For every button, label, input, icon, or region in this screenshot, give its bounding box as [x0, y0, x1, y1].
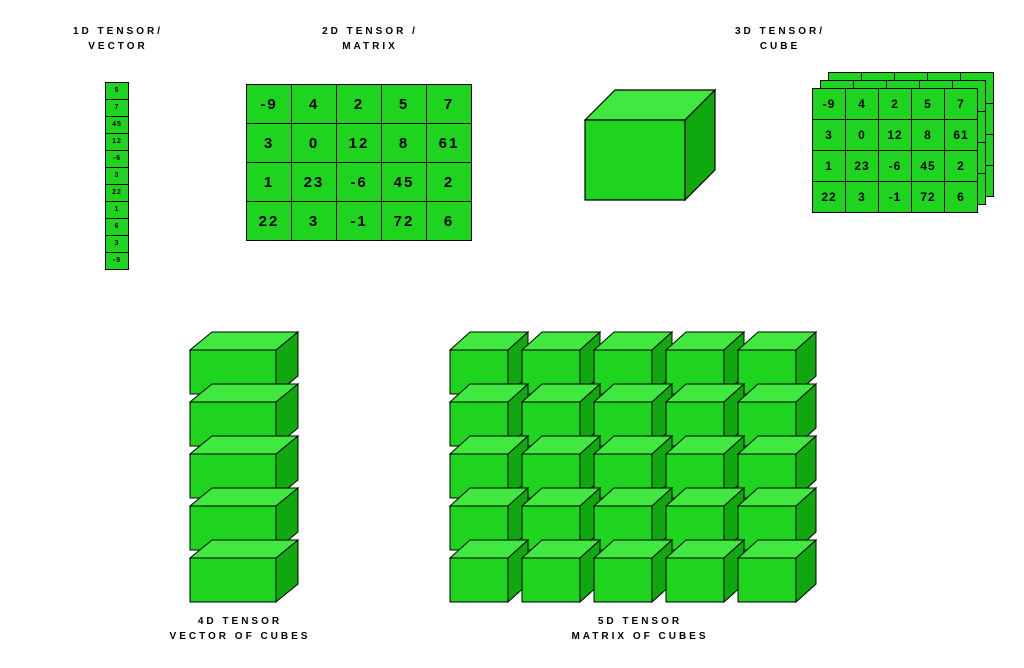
title-5d: 5D TENSORMATRIX OF CUBES	[530, 614, 750, 644]
vector-cell: 12	[106, 134, 128, 151]
matrix-cell: 1	[247, 163, 292, 202]
vector-cell: -6	[106, 151, 128, 168]
vector-cell: 3	[106, 236, 128, 253]
matrix-cell: 2	[879, 89, 912, 120]
vector-cell: 7	[106, 100, 128, 117]
title-1d: 1D TENSOR/VECTOR	[48, 24, 188, 54]
matrix-cell: 2	[427, 163, 472, 202]
matrix-cell: 4	[846, 89, 879, 120]
matrix-cell: 23	[846, 151, 879, 182]
matrix-cell: 7	[427, 85, 472, 124]
vector-cell: 1	[106, 202, 128, 219]
matrix-cell: 4	[292, 85, 337, 124]
matrix-cell: 45	[912, 151, 945, 182]
title-4d: 4D TENSORVECTOR OF CUBES	[140, 614, 340, 644]
matrix-cell: -9	[247, 85, 292, 124]
title-2d: 2D TENSOR /MATRIX	[290, 24, 450, 54]
matrix-cell: 3	[292, 202, 337, 241]
matrix-2d: -942573012861123-6452223-1726	[246, 84, 472, 241]
tensor-4d	[180, 320, 330, 610]
matrix-cell: 22	[247, 202, 292, 241]
matrix-cell: 22	[813, 182, 846, 213]
matrix-cell: 23	[292, 163, 337, 202]
vector-cell: -9	[106, 253, 128, 269]
matrix-cell: -1	[337, 202, 382, 241]
vector-1d: 574512-6322163-9	[105, 82, 129, 270]
matrix-cell: 8	[912, 120, 945, 151]
matrix-cell: 12	[337, 124, 382, 163]
vector-cell: 5	[106, 83, 128, 100]
matrix-cell: 3	[247, 124, 292, 163]
matrix-cell: 6	[427, 202, 472, 241]
matrix-cell: 2	[337, 85, 382, 124]
vector-cell: 22	[106, 185, 128, 202]
matrix-cell: 5	[912, 89, 945, 120]
matrix-cell: -1	[879, 182, 912, 213]
matrix-cell: 3	[813, 120, 846, 151]
matrix-cell: 6	[945, 182, 978, 213]
vector-cell: 45	[106, 117, 128, 134]
matrix-cell: 0	[846, 120, 879, 151]
matrix-cell: 3	[846, 182, 879, 213]
matrix-cell: 61	[427, 124, 472, 163]
matrix-cell: 7	[945, 89, 978, 120]
matrix-cell: 8	[382, 124, 427, 163]
matrix-cell: 12	[879, 120, 912, 151]
matrix-cell: 2	[945, 151, 978, 182]
matrix-cell: 72	[382, 202, 427, 241]
matrix-cell: -6	[337, 163, 382, 202]
title-3d: 3D TENSOR/CUBE	[700, 24, 860, 54]
matrix-cell: 72	[912, 182, 945, 213]
matrix-cell: 0	[292, 124, 337, 163]
matrix-cell: 45	[382, 163, 427, 202]
matrix-cell: 5	[382, 85, 427, 124]
vector-cell: 3	[106, 168, 128, 185]
matrix-cell: -6	[879, 151, 912, 182]
matrix-cell: 61	[945, 120, 978, 151]
cube-3d	[555, 85, 745, 245]
matrix-cell: 1	[813, 151, 846, 182]
vector-cell: 6	[106, 219, 128, 236]
matrix-cell: -9	[813, 89, 846, 120]
tensor-5d	[440, 320, 860, 610]
